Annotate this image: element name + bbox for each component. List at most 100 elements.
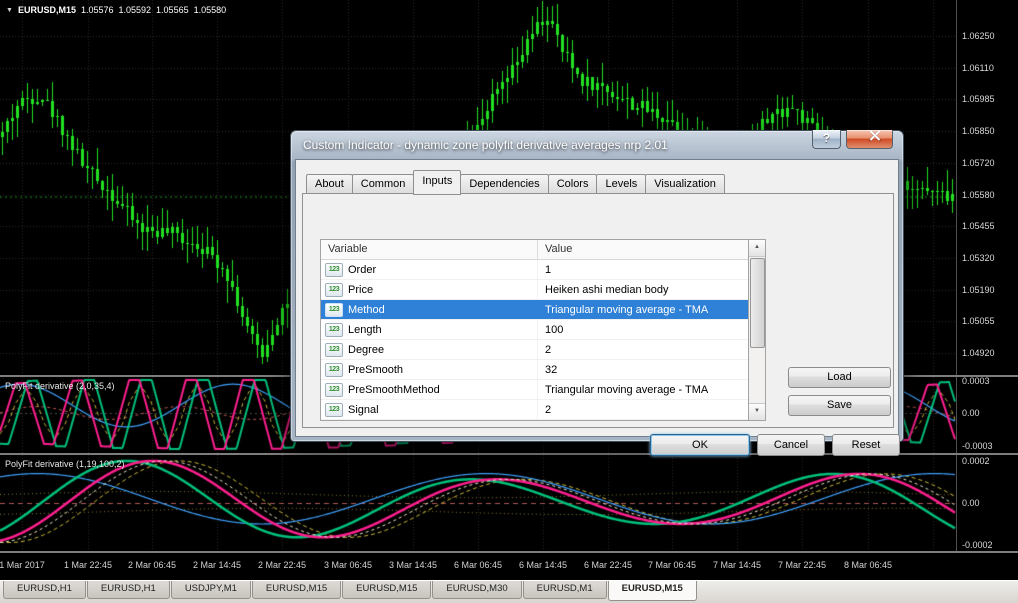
chart-tab-bar: EURUSD,H1 EURUSD,H1 USDJPY,M1 EURUSD,M15 EUR… xyxy=(0,580,1018,603)
table-scrollbar[interactable]: ▲ ▼ xyxy=(749,239,766,421)
custom-indicator-dialog: Custom Indicator - dynamic zone polyfit … xyxy=(290,130,904,456)
inputs-tab-panel: Variable Value 123 Order 1 123 Price Heiken a… xyxy=(302,193,900,456)
indicator1-axis-label: 0.0003 xyxy=(962,376,990,386)
chart-tab-eurusd-m15-3[interactable]: EURUSD,M15 xyxy=(251,581,342,599)
value-cell: 2 xyxy=(545,343,552,356)
price-label: 1.05190 xyxy=(962,285,995,295)
quote-close: 1.05580 xyxy=(193,5,227,15)
indicator2-canvas[interactable] xyxy=(0,455,956,551)
help-button[interactable]: ? xyxy=(812,130,841,149)
value-cell: 1 xyxy=(545,263,552,276)
price-axis[interactable]: 1.06250 1.06110 1.05985 1.05850 1.05720 1.055… xyxy=(956,0,1018,553)
dialog-tab-levels[interactable]: Levels xyxy=(596,174,647,194)
scroll-down-icon: ▼ xyxy=(754,408,760,414)
numeric-input-icon: 123 xyxy=(325,322,343,337)
value-cell: 100 xyxy=(545,323,564,336)
chart-window: ▼ EURUSD,M15 1.05576 1.05592 1.05565 1.0… xyxy=(0,0,1018,603)
time-label: 3 Mar 14:45 xyxy=(388,560,438,570)
table-row[interactable]: 123 Order 1 xyxy=(321,260,748,280)
time-label: 1 Mar 22:45 xyxy=(63,560,113,570)
table-row[interactable]: 123 Method Triangular moving average - TMA xyxy=(321,300,748,320)
variable-cell: 123 Order xyxy=(321,260,538,279)
indicator2-axis-label: 0.00 xyxy=(962,498,980,508)
table-row[interactable]: 123 PreSmooth 32 xyxy=(321,360,748,380)
price-label: 1.05455 xyxy=(962,221,995,231)
table-row[interactable]: 123 Length 100 xyxy=(321,320,748,340)
close-button[interactable] xyxy=(846,130,893,149)
scroll-up-button[interactable]: ▲ xyxy=(749,240,765,257)
quote-symbol: EURUSD,M15 xyxy=(17,5,76,15)
value-cell: 32 xyxy=(545,363,558,376)
scrollbar-thumb[interactable] xyxy=(750,258,765,348)
price-label: 1.06110 xyxy=(962,63,994,73)
quote-toggle-icon[interactable]: ▼ xyxy=(6,7,13,14)
quote-low: 1.05565 xyxy=(156,5,189,15)
variable-cell: 123 PreSmooth xyxy=(321,360,538,379)
quote-high: 1.05592 xyxy=(118,5,152,15)
indicator1-label: PolyFit derivative (2,0,35,4) xyxy=(5,381,115,391)
dialog-tab-colors[interactable]: Colors xyxy=(547,174,598,194)
table-row[interactable]: 123 Degree 2 xyxy=(321,340,748,360)
chart-tab-eurusd-h1-1[interactable]: EURUSD,H1 xyxy=(86,581,170,599)
load-button[interactable]: Load xyxy=(788,367,891,388)
time-label: 7 Mar 22:45 xyxy=(777,560,827,570)
variable-name: Price xyxy=(348,283,374,296)
variable-name: PreSmooth xyxy=(348,363,404,376)
time-label: 6 Mar 22:45 xyxy=(583,560,633,570)
column-header-variable: Variable xyxy=(321,240,538,259)
chart-tab-eurusd-m30-5[interactable]: EURUSD,M30 xyxy=(432,581,522,599)
chart-tab-eurusd-m1-6[interactable]: EURUSD,M1 xyxy=(522,581,607,599)
value-cell: Triangular moving average - TMA xyxy=(545,303,709,316)
table-header: Variable Value xyxy=(321,240,748,260)
time-label: 2 Mar 14:45 xyxy=(192,560,242,570)
quote-line: ▼ EURUSD,M15 1.05576 1.05592 1.05565 1.0… xyxy=(6,5,226,15)
numeric-input-icon: 123 xyxy=(325,282,343,297)
price-label: 1.06250 xyxy=(962,31,995,41)
price-label: 1.05985 xyxy=(962,94,995,104)
table-row[interactable]: 123 Signal 2 xyxy=(321,400,748,420)
chart-tab-eurusd-m15-4[interactable]: EURUSD,M15 xyxy=(342,581,432,599)
indicator2-label: PolyFit derivative (1,19,100,2) xyxy=(5,459,125,469)
panel-divider-3[interactable] xyxy=(0,551,1018,553)
numeric-input-icon: 123 xyxy=(325,402,343,417)
dialog-tab-strip: About Common Inputs Dependencies Colors Level… xyxy=(306,170,725,195)
time-label: 2 Mar 06:45 xyxy=(127,560,177,570)
variable-name: Order xyxy=(348,263,377,276)
scroll-down-button[interactable]: ▼ xyxy=(749,403,765,420)
help-icon: ? xyxy=(822,131,831,145)
price-label: 1.04920 xyxy=(962,348,995,358)
chart-tab-eurusd-h1-0[interactable]: EURUSD,H1 xyxy=(3,581,86,599)
numeric-input-icon: 123 xyxy=(325,362,343,377)
time-label: 6 Mar 06:45 xyxy=(453,560,503,570)
reset-button[interactable]: Reset xyxy=(832,434,900,456)
dialog-tab-visualization[interactable]: Visualization xyxy=(645,174,725,194)
save-button[interactable]: Save xyxy=(788,395,891,416)
time-label: 1 Mar 2017 xyxy=(0,560,45,570)
variable-cell: 123 Price xyxy=(321,280,538,299)
dialog-title: Custom Indicator - dynamic zone polyfit … xyxy=(303,138,668,152)
dialog-tab-common[interactable]: Common xyxy=(351,174,415,194)
variable-name: Length xyxy=(348,323,382,336)
cancel-button[interactable]: Cancel xyxy=(757,434,825,456)
price-label: 1.05320 xyxy=(962,253,995,263)
quote-open: 1.05576 xyxy=(80,5,114,15)
table-row[interactable]: 123 Price Heiken ashi median body xyxy=(321,280,748,300)
indicator2-axis-label: -0.0002 xyxy=(962,540,993,550)
dialog-client-area: About Common Inputs Dependencies Colors Level… xyxy=(295,159,900,456)
price-label: 1.05055 xyxy=(962,316,995,326)
time-label: 8 Mar 06:45 xyxy=(843,560,893,570)
variable-cell: 123 Length xyxy=(321,320,538,339)
ok-button[interactable]: OK xyxy=(650,434,750,456)
numeric-input-icon: 123 xyxy=(325,342,343,357)
dialog-tab-inputs[interactable]: Inputs xyxy=(413,170,462,195)
dialog-titlebar[interactable]: Custom Indicator - dynamic zone polyfit … xyxy=(291,130,903,159)
chart-tab-usdjpy-m1-2[interactable]: USDJPY,M1 xyxy=(170,581,251,599)
chart-tab-eurusd-m15-7[interactable]: EURUSD,M15 xyxy=(607,581,697,601)
table-row[interactable]: 123 PreSmoothMethod Triangular moving aver… xyxy=(321,380,748,400)
value-cell: Heiken ashi median body xyxy=(545,283,669,296)
dialog-tab-about[interactable]: About xyxy=(306,174,353,194)
variable-cell: 123 Degree xyxy=(321,340,538,359)
dialog-tab-dependencies[interactable]: Dependencies xyxy=(460,174,549,194)
time-label: 6 Mar 14:45 xyxy=(518,560,568,570)
time-label: 7 Mar 06:45 xyxy=(647,560,697,570)
